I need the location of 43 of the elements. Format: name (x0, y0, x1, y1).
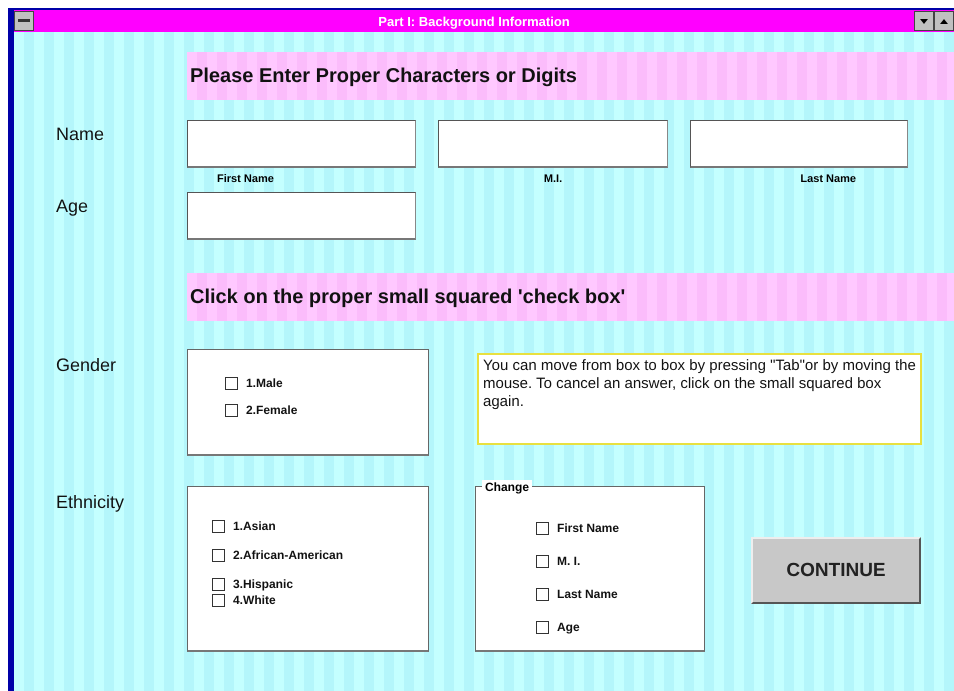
continue-button[interactable]: CONTINUE (751, 537, 921, 604)
checkbox-option[interactable]: 2.Female (225, 403, 428, 417)
checkbox-option[interactable]: Last Name (536, 587, 704, 601)
checkbox[interactable] (225, 376, 238, 390)
window-title: Part I: Background Information (377, 14, 571, 28)
field-label: Gender (56, 354, 118, 376)
checkbox[interactable] (225, 404, 238, 416)
checkbox[interactable] (536, 522, 549, 534)
checkbox[interactable] (212, 594, 225, 606)
checkbox-option[interactable]: M. I. (536, 554, 704, 568)
system-menu-button[interactable] (14, 11, 34, 31)
field-label: Age (56, 195, 90, 217)
text-field[interactable] (187, 192, 416, 240)
up-triangle-icon (940, 18, 948, 24)
section-heading: Click on the proper small squared 'check box' (187, 273, 954, 321)
checkbox-option[interactable]: 3.Hispanic (212, 577, 428, 591)
checkbox[interactable] (212, 578, 225, 590)
checkbox[interactable] (536, 554, 549, 568)
maximize-button[interactable] (934, 11, 954, 31)
checkbox[interactable] (212, 520, 225, 532)
checkbox-option[interactable]: 1.Asian (212, 519, 428, 533)
field-caption: Last Name (799, 173, 857, 185)
field-caption: First Name (216, 173, 275, 185)
section-heading: Please Enter Proper Characters or Digits (187, 52, 954, 100)
checkbox-option[interactable]: 2.African-American (212, 548, 428, 562)
minimize-button[interactable] (914, 11, 934, 31)
down-triangle-icon (920, 18, 928, 24)
text-field[interactable] (187, 120, 416, 168)
minus-icon (18, 19, 30, 23)
checkbox[interactable] (212, 548, 225, 562)
field-label: Ethnicity (56, 491, 126, 513)
checkbox-option[interactable]: 4.White (212, 593, 428, 607)
checkbox-option[interactable]: 1.Male (225, 376, 428, 390)
checkbox[interactable] (536, 588, 549, 600)
field-label: Name (56, 123, 106, 145)
checkbox-option[interactable]: First Name (536, 521, 704, 535)
text-field[interactable] (690, 120, 908, 168)
text-field[interactable] (438, 120, 668, 168)
hint-text: You can move from box to box by pressing "Tab"or by moving the mouse. To cancel an answer, click on the small squared box again. (477, 353, 922, 445)
field-caption: M.I. (544, 173, 562, 185)
checkbox-option[interactable]: Age (536, 620, 704, 634)
group-title: Change (482, 480, 532, 494)
checkbox[interactable] (536, 620, 549, 634)
